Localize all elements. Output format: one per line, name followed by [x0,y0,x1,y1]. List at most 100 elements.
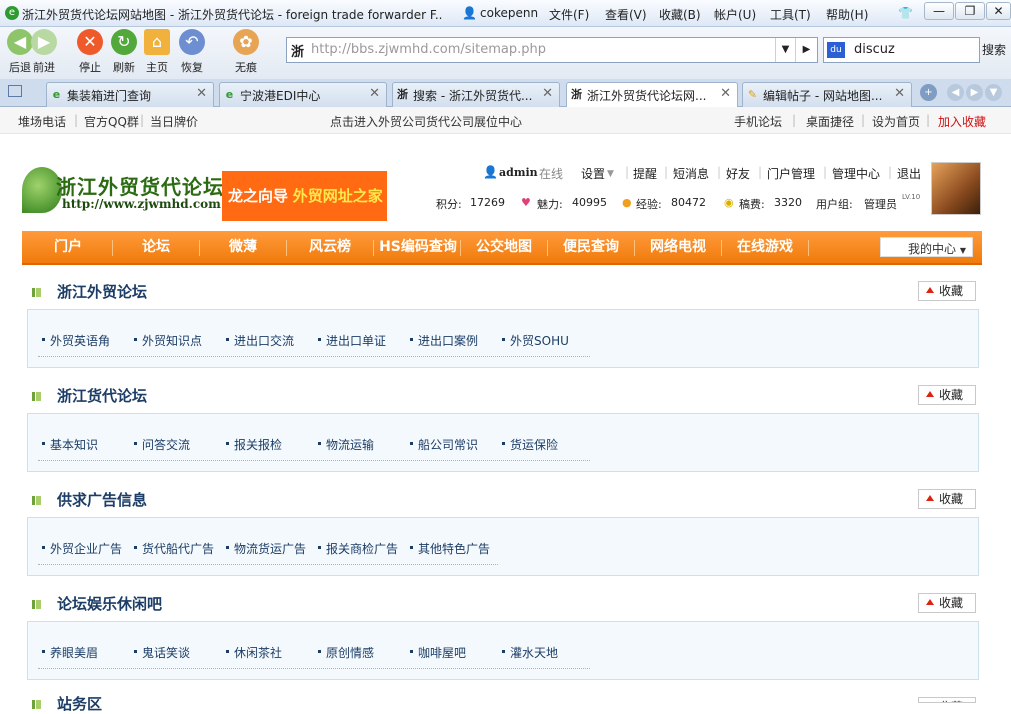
nav-hs-code[interactable]: HS编码查询 [374,236,462,256]
favorite-button[interactable]: 收藏 [918,697,976,703]
section-title[interactable]: 供求广告信息 [57,489,147,510]
stop-button[interactable]: ✕ 停止 [72,29,108,75]
refresh-button[interactable]: ↻ 刷新 [106,29,142,75]
link-messages[interactable]: 短消息 [673,165,709,182]
menu-favorites[interactable]: 收藏(B) [659,6,701,23]
nav-portal[interactable]: 门户 [24,236,112,256]
board-link[interactable]: 外贸英语角 [41,332,110,349]
site-logo[interactable]: 浙江外贸货代论坛 http://www.zjwmhd.com [22,167,223,215]
board-link[interactable]: 养眼美眉 [41,644,98,661]
nav-web-tv[interactable]: 网络电视 [634,236,722,256]
ad-banner[interactable]: 龙之向导 外贸网址之家 [222,171,387,221]
close-button[interactable]: ✕ [986,2,1011,20]
favorite-button[interactable]: 收藏 [918,593,976,613]
board-link[interactable]: 咖啡屋吧 [409,644,466,661]
board-link[interactable]: 货运保险 [501,436,558,453]
link-portal-admin[interactable]: 门户管理 [767,165,815,182]
section-title[interactable]: 浙江外贸论坛 [57,281,147,302]
link-mobile-forum[interactable]: 手机论坛 [734,113,782,130]
link-qq-group[interactable]: 官方QQ群 [84,113,139,130]
tab-close-icon[interactable]: ✕ [894,86,905,101]
section-title[interactable]: 论坛娱乐休闲吧 [57,593,162,614]
menu-file[interactable]: 文件(F) [549,6,589,23]
my-center-dropdown[interactable]: 我的中心 ▼ [880,237,973,257]
tab-edit-post[interactable]: ✎ 编辑帖子 - 网站地图... ✕ [742,82,912,107]
sidebar-toggle-icon[interactable] [8,85,22,97]
address-input[interactable]: http://bbs.zjwmhd.com/sitemap.php [311,42,546,57]
account-name[interactable]: cokepenn [480,6,538,20]
menu-tools[interactable]: 工具(T) [770,6,811,23]
link-reminder[interactable]: 提醒 [633,165,657,182]
tab-close-icon[interactable]: ✕ [369,86,380,101]
board-link[interactable]: 外贸SOHU [502,332,569,349]
menu-view[interactable]: 查看(V) [605,6,647,23]
nav-public-query[interactable]: 便民查询 [547,236,635,256]
tab-close-icon[interactable]: ✕ [196,86,207,101]
search-box[interactable]: du discuz [823,37,980,63]
link-exhibition-center[interactable]: 点击进入外贸公司货代公司展位中心 [330,113,522,130]
link-yard-phone[interactable]: 堆场电话 [18,113,66,130]
board-link[interactable]: 货代船代广告 [133,540,214,557]
tab-container-query[interactable]: e 集装箱进门查询 ✕ [46,82,214,107]
new-tab-icon[interactable]: + [920,84,937,101]
board-link[interactable]: 进出口交流 [225,332,294,349]
go-icon[interactable]: ▶ [795,38,817,62]
board-link[interactable]: 基本知识 [41,436,98,453]
tab-scroll-right-icon[interactable]: ▶ [966,84,983,101]
tab-search[interactable]: 浙 搜索 - 浙江外贸货代... ✕ [392,82,560,107]
board-link[interactable]: 休闲茶社 [225,644,282,661]
board-link[interactable]: 问答交流 [133,436,190,453]
private-button[interactable]: ✿ 无痕 [228,29,264,75]
tab-close-icon[interactable]: ✕ [542,86,553,101]
menu-help[interactable]: 帮助(H) [826,6,868,23]
link-desktop-shortcut[interactable]: 桌面捷径 [806,113,854,130]
restore-button[interactable]: ↶ 恢复 [174,29,210,75]
board-link[interactable]: 进出口案例 [409,332,478,349]
board-link[interactable]: 外贸企业广告 [41,540,122,557]
maximize-button[interactable]: ❐ [955,2,985,20]
link-settings[interactable]: 设置 [581,165,605,182]
board-link[interactable]: 报关商检广告 [317,540,398,557]
search-button[interactable]: 搜索 [982,37,1011,63]
board-link[interactable]: 灌水天地 [501,644,558,661]
address-dropdown-icon[interactable]: ▼ [775,38,795,62]
board-link[interactable]: 鬼话笑谈 [133,644,190,661]
link-admin-center[interactable]: 管理中心 [832,165,880,182]
menu-account[interactable]: 帐户(U) [714,6,756,23]
nav-bus-map[interactable]: 公交地图 [460,236,548,256]
skin-icon[interactable]: 👕 [898,6,913,20]
board-link[interactable]: 物流运输 [317,436,374,453]
link-set-homepage[interactable]: 设为首页 [872,113,920,130]
board-link[interactable]: 报关报检 [225,436,282,453]
board-link[interactable]: 船公司常识 [409,436,478,453]
minimize-button[interactable]: — [924,2,954,20]
link-add-favorite[interactable]: 加入收藏 [938,113,986,130]
board-link[interactable]: 外贸知识点 [133,332,202,349]
link-logout[interactable]: 退出 [897,165,921,182]
link-friends[interactable]: 好友 [726,165,750,182]
avatar[interactable] [931,162,981,215]
board-link[interactable]: 原创情感 [317,644,374,661]
forward-button[interactable]: ▶ 前进 [26,29,62,75]
board-link[interactable]: 物流货运广告 [225,540,306,557]
tab-list-icon[interactable]: ▼ [985,84,1002,101]
address-bar[interactable]: 浙 http://bbs.zjwmhd.com/sitemap.php ▼ ▶ [286,37,818,63]
search-engine-icon[interactable]: du [827,42,845,58]
tab-sitemap-active[interactable]: 浙 浙江外贸货代论坛网... ✕ [566,82,738,108]
favorite-button[interactable]: 收藏 [918,385,976,405]
favorite-button[interactable]: 收藏 [918,489,976,509]
tab-scroll-left-icon[interactable]: ◀ [947,84,964,101]
search-input[interactable]: discuz [854,42,895,57]
tab-close-icon[interactable]: ✕ [720,86,731,101]
board-link[interactable]: 其他特色广告 [409,540,490,557]
home-button[interactable]: ⌂ 主页 [139,29,175,75]
board-link[interactable]: 进出口单证 [317,332,386,349]
username-link[interactable]: admin [499,166,538,179]
nav-forum[interactable]: 论坛 [112,236,200,256]
nav-weibo[interactable]: 微薄 [199,236,287,256]
section-title[interactable]: 浙江货代论坛 [57,385,147,406]
section-title[interactable]: 站务区 [57,693,102,714]
nav-ranking[interactable]: 风云榜 [286,236,374,256]
favorite-button[interactable]: 收藏 [918,281,976,301]
tab-edi-center[interactable]: e 宁波港EDI中心 ✕ [219,82,387,107]
